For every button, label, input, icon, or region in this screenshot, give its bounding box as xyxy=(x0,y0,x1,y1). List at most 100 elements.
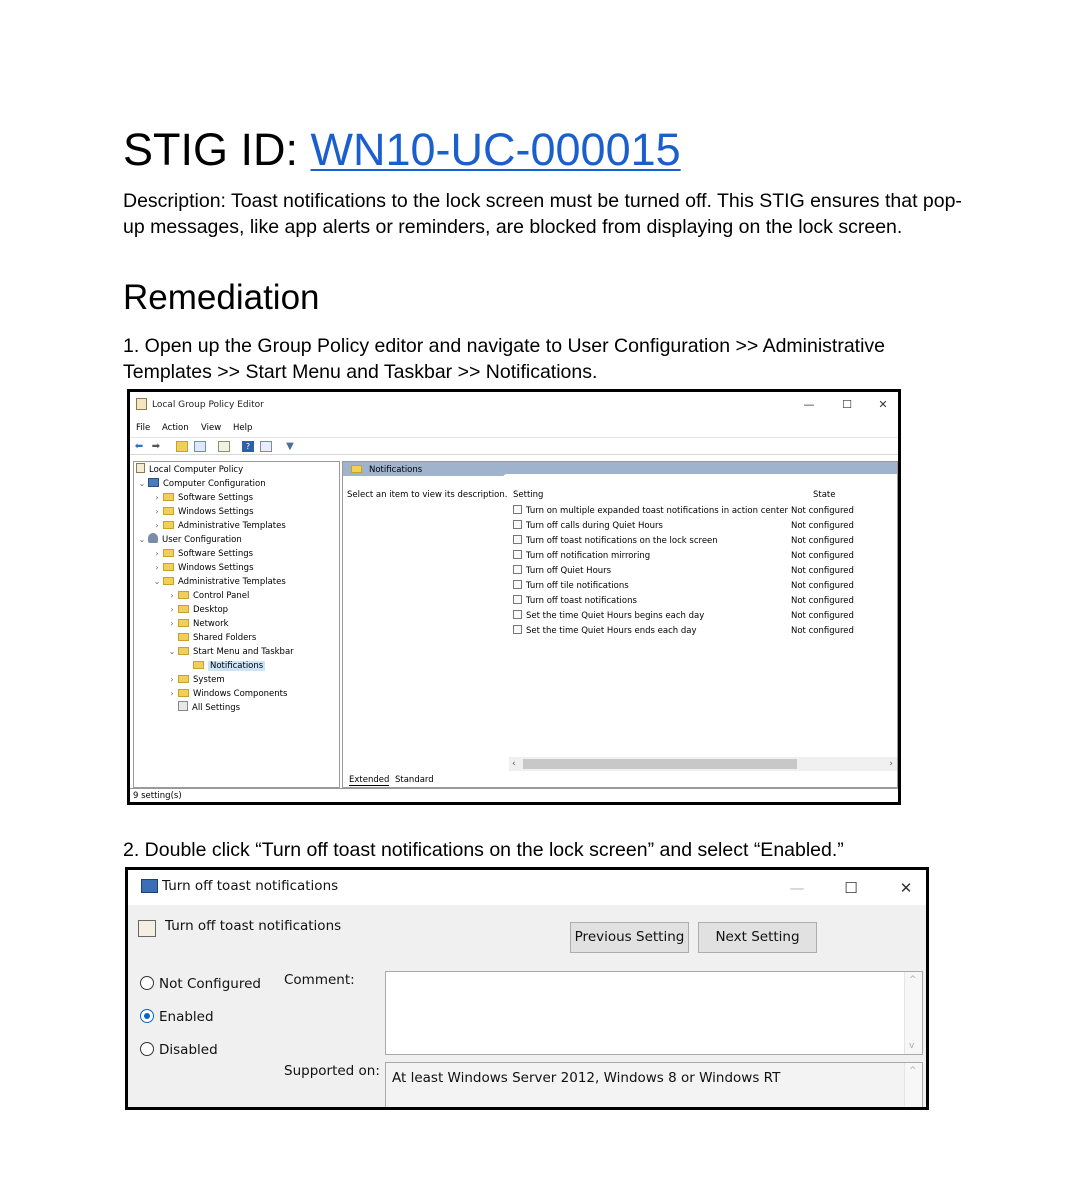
description-hint: Select an item to view its description. xyxy=(347,490,508,500)
setting-row[interactable]: Turn off tile notifications Not configure… xyxy=(513,579,873,594)
gpe-title-bar: Local Group Policy Editor — ☐ ✕ xyxy=(130,392,898,420)
menu-file[interactable]: File xyxy=(136,423,150,433)
title-prefix: STIG ID: xyxy=(123,124,311,175)
step-1-text: 1. Open up the Group Policy editor and n… xyxy=(123,335,886,383)
scroll-left-icon[interactable]: ‹ xyxy=(512,757,516,771)
user-icon xyxy=(148,533,158,543)
folder-icon xyxy=(193,661,204,669)
tree-item-local-computer-policy[interactable]: Local Computer Policy xyxy=(136,463,243,477)
radio-button-selected[interactable] xyxy=(140,1009,154,1023)
comment-scrollbar[interactable]: ^ v xyxy=(904,972,922,1054)
tree-item-notifications[interactable]: Notifications xyxy=(181,659,266,673)
scroll-up-icon[interactable]: ^ xyxy=(909,975,917,985)
tree-item-software-settings[interactable]: › Software Settings xyxy=(151,491,253,505)
help-icon[interactable]: ? xyxy=(242,441,254,452)
chevron-right-icon[interactable]: › xyxy=(151,491,163,505)
stig-id-link[interactable]: WN10-UC-000015 xyxy=(311,124,681,175)
show-hide-tree-icon[interactable] xyxy=(194,441,206,452)
radio-disabled[interactable]: Disabled xyxy=(140,1041,218,1059)
tree-item-start-menu-and-taskbar[interactable]: ⌄ Start Menu and Taskbar xyxy=(166,645,294,659)
forward-arrow-icon[interactable]: ➡ xyxy=(150,441,162,452)
tree-item-computer-configuration[interactable]: ⌄ Computer Configuration xyxy=(136,477,266,491)
close-button[interactable]: ✕ xyxy=(897,879,915,897)
chevron-right-icon[interactable]: › xyxy=(151,519,163,533)
scroll-down-icon[interactable]: v xyxy=(909,1041,914,1051)
tab-extended[interactable]: Extended xyxy=(349,775,390,786)
setting-icon xyxy=(513,505,522,514)
setting-row-lock-screen-toast[interactable]: Turn off toast notifications on the lock… xyxy=(513,534,873,549)
comment-textarea[interactable]: ^ v xyxy=(385,971,923,1055)
chevron-right-icon[interactable]: › xyxy=(151,561,163,575)
setting-row[interactable]: Set the time Quiet Hours ends each day No… xyxy=(513,624,873,639)
chevron-right-icon[interactable]: › xyxy=(166,589,178,603)
properties-icon[interactable] xyxy=(260,441,272,452)
radio-button[interactable] xyxy=(140,976,154,990)
chevron-down-icon[interactable]: ⌄ xyxy=(166,645,178,659)
horizontal-scrollbar[interactable]: ‹ › xyxy=(509,757,897,771)
previous-setting-button[interactable]: Previous Setting xyxy=(570,922,689,953)
menu-help[interactable]: Help xyxy=(233,423,252,433)
chevron-right-icon[interactable]: › xyxy=(166,687,178,701)
tree-item-network[interactable]: › Network xyxy=(166,617,229,631)
tree-item-user-windows-settings[interactable]: › Windows Settings xyxy=(151,561,254,575)
supported-scrollbar[interactable]: ^ v xyxy=(904,1063,922,1107)
chevron-right-icon[interactable]: › xyxy=(151,505,163,519)
radio-not-configured[interactable]: Not Configured xyxy=(140,975,261,993)
folder-icon xyxy=(178,647,189,655)
filter-icon[interactable]: ▼ xyxy=(284,441,296,452)
chevron-right-icon[interactable]: › xyxy=(166,603,178,617)
chevron-right-icon[interactable]: › xyxy=(166,617,178,631)
next-setting-button[interactable]: Next Setting xyxy=(698,922,817,953)
setting-icon xyxy=(513,565,522,574)
radio-button[interactable] xyxy=(140,1042,154,1056)
setting-row[interactable]: Turn on multiple expanded toast notifica… xyxy=(513,504,873,519)
maximize-button[interactable]: ☐ xyxy=(842,879,860,897)
tab-standard[interactable]: Standard xyxy=(395,775,434,785)
policy-setting-icon xyxy=(138,920,156,937)
close-button[interactable]: ✕ xyxy=(876,398,890,412)
menu-action[interactable]: Action xyxy=(162,423,189,433)
scroll-down-icon[interactable]: v xyxy=(909,1105,914,1107)
minimize-button[interactable]: — xyxy=(802,398,816,412)
column-header-setting[interactable]: Setting xyxy=(513,490,543,500)
maximize-button[interactable]: ☐ xyxy=(840,398,854,412)
tree-item-windows-settings[interactable]: › Windows Settings xyxy=(151,505,254,519)
column-header-state[interactable]: State xyxy=(813,490,836,500)
folder-icon xyxy=(178,689,189,697)
chevron-right-icon[interactable]: › xyxy=(166,673,178,687)
folder-icon xyxy=(351,465,362,473)
setting-row[interactable]: Turn off toast notifications Not configur… xyxy=(513,594,873,609)
up-folder-icon[interactable] xyxy=(176,441,188,452)
tree-item-control-panel[interactable]: › Control Panel xyxy=(166,589,249,603)
supported-on-label: Supported on: xyxy=(284,1063,380,1079)
setting-icon xyxy=(513,535,522,544)
chevron-right-icon[interactable]: › xyxy=(151,547,163,561)
radio-enabled[interactable]: Enabled xyxy=(140,1008,214,1026)
tree-item-user-administrative-templates[interactable]: ⌄ Administrative Templates xyxy=(151,575,286,589)
setting-icon xyxy=(513,610,522,619)
chevron-down-icon[interactable]: ⌄ xyxy=(136,477,148,491)
back-arrow-icon[interactable]: ⬅ xyxy=(133,441,145,452)
tree-item-shared-folders[interactable]: Shared Folders xyxy=(166,631,256,645)
gpe-tree-pane: Local Computer Policy ⌄ Computer Configur… xyxy=(133,461,340,788)
scrollbar-thumb[interactable] xyxy=(523,759,797,769)
tree-item-all-settings[interactable]: All Settings xyxy=(166,701,240,715)
tree-item-desktop[interactable]: › Desktop xyxy=(166,603,228,617)
scroll-up-icon[interactable]: ^ xyxy=(909,1066,917,1076)
menu-view[interactable]: View xyxy=(201,423,221,433)
chevron-down-icon[interactable]: ⌄ xyxy=(151,575,163,589)
tree-item-user-configuration[interactable]: ⌄ User Configuration xyxy=(136,533,242,547)
tree-item-administrative-templates[interactable]: › Administrative Templates xyxy=(151,519,286,533)
tree-item-user-software-settings[interactable]: › Software Settings xyxy=(151,547,253,561)
setting-row[interactable]: Turn off calls during Quiet Hours Not con… xyxy=(513,519,873,534)
export-list-icon[interactable] xyxy=(218,441,230,452)
panel-header-title: Notifications xyxy=(369,465,423,475)
setting-row[interactable]: Set the time Quiet Hours begins each day… xyxy=(513,609,873,624)
tree-item-system[interactable]: › System xyxy=(166,673,225,687)
chevron-down-icon[interactable]: ⌄ xyxy=(136,533,148,547)
setting-row[interactable]: Turn off Quiet Hours Not configured xyxy=(513,564,873,579)
scroll-right-icon[interactable]: › xyxy=(889,757,893,771)
tree-item-windows-components[interactable]: › Windows Components xyxy=(166,687,287,701)
group-policy-app-icon xyxy=(136,398,147,410)
setting-row[interactable]: Turn off notification mirroring Not confi… xyxy=(513,549,873,564)
